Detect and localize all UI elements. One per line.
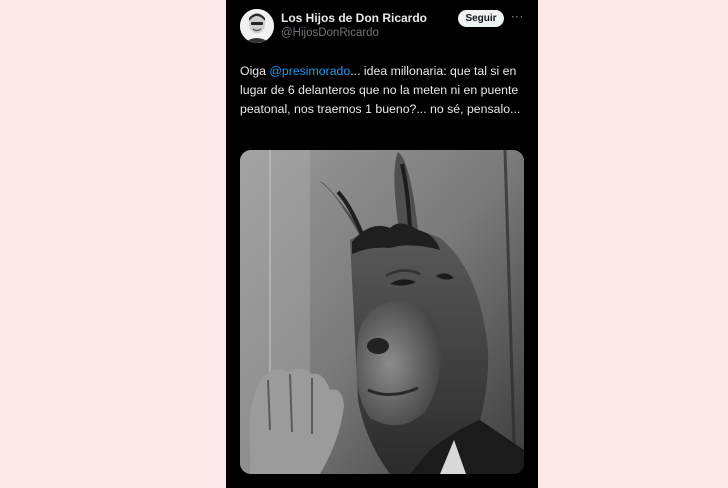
author-name[interactable]: Los Hijos de Don Ricardo <box>281 11 427 25</box>
author-handle[interactable]: @HijosDonRicardo <box>281 27 379 39</box>
tweet-text: Oiga @presimorado... idea millonaria: qu… <box>240 62 530 119</box>
donkey-photo-illustration <box>240 150 524 474</box>
more-horizontal-icon[interactable]: ⋯ <box>509 8 525 26</box>
tweet-media-photo[interactable] <box>240 150 524 474</box>
avatar[interactable] <box>240 9 274 43</box>
follow-button[interactable]: Seguir <box>458 10 504 27</box>
mention-link[interactable]: @presimorado <box>269 64 350 78</box>
previous-post-cutoff <box>256 0 496 3</box>
tweet-text-intro: Oiga <box>240 64 270 78</box>
tweet-card: Los Hijos de Don Ricardo @HijosDonRicard… <box>226 0 538 488</box>
